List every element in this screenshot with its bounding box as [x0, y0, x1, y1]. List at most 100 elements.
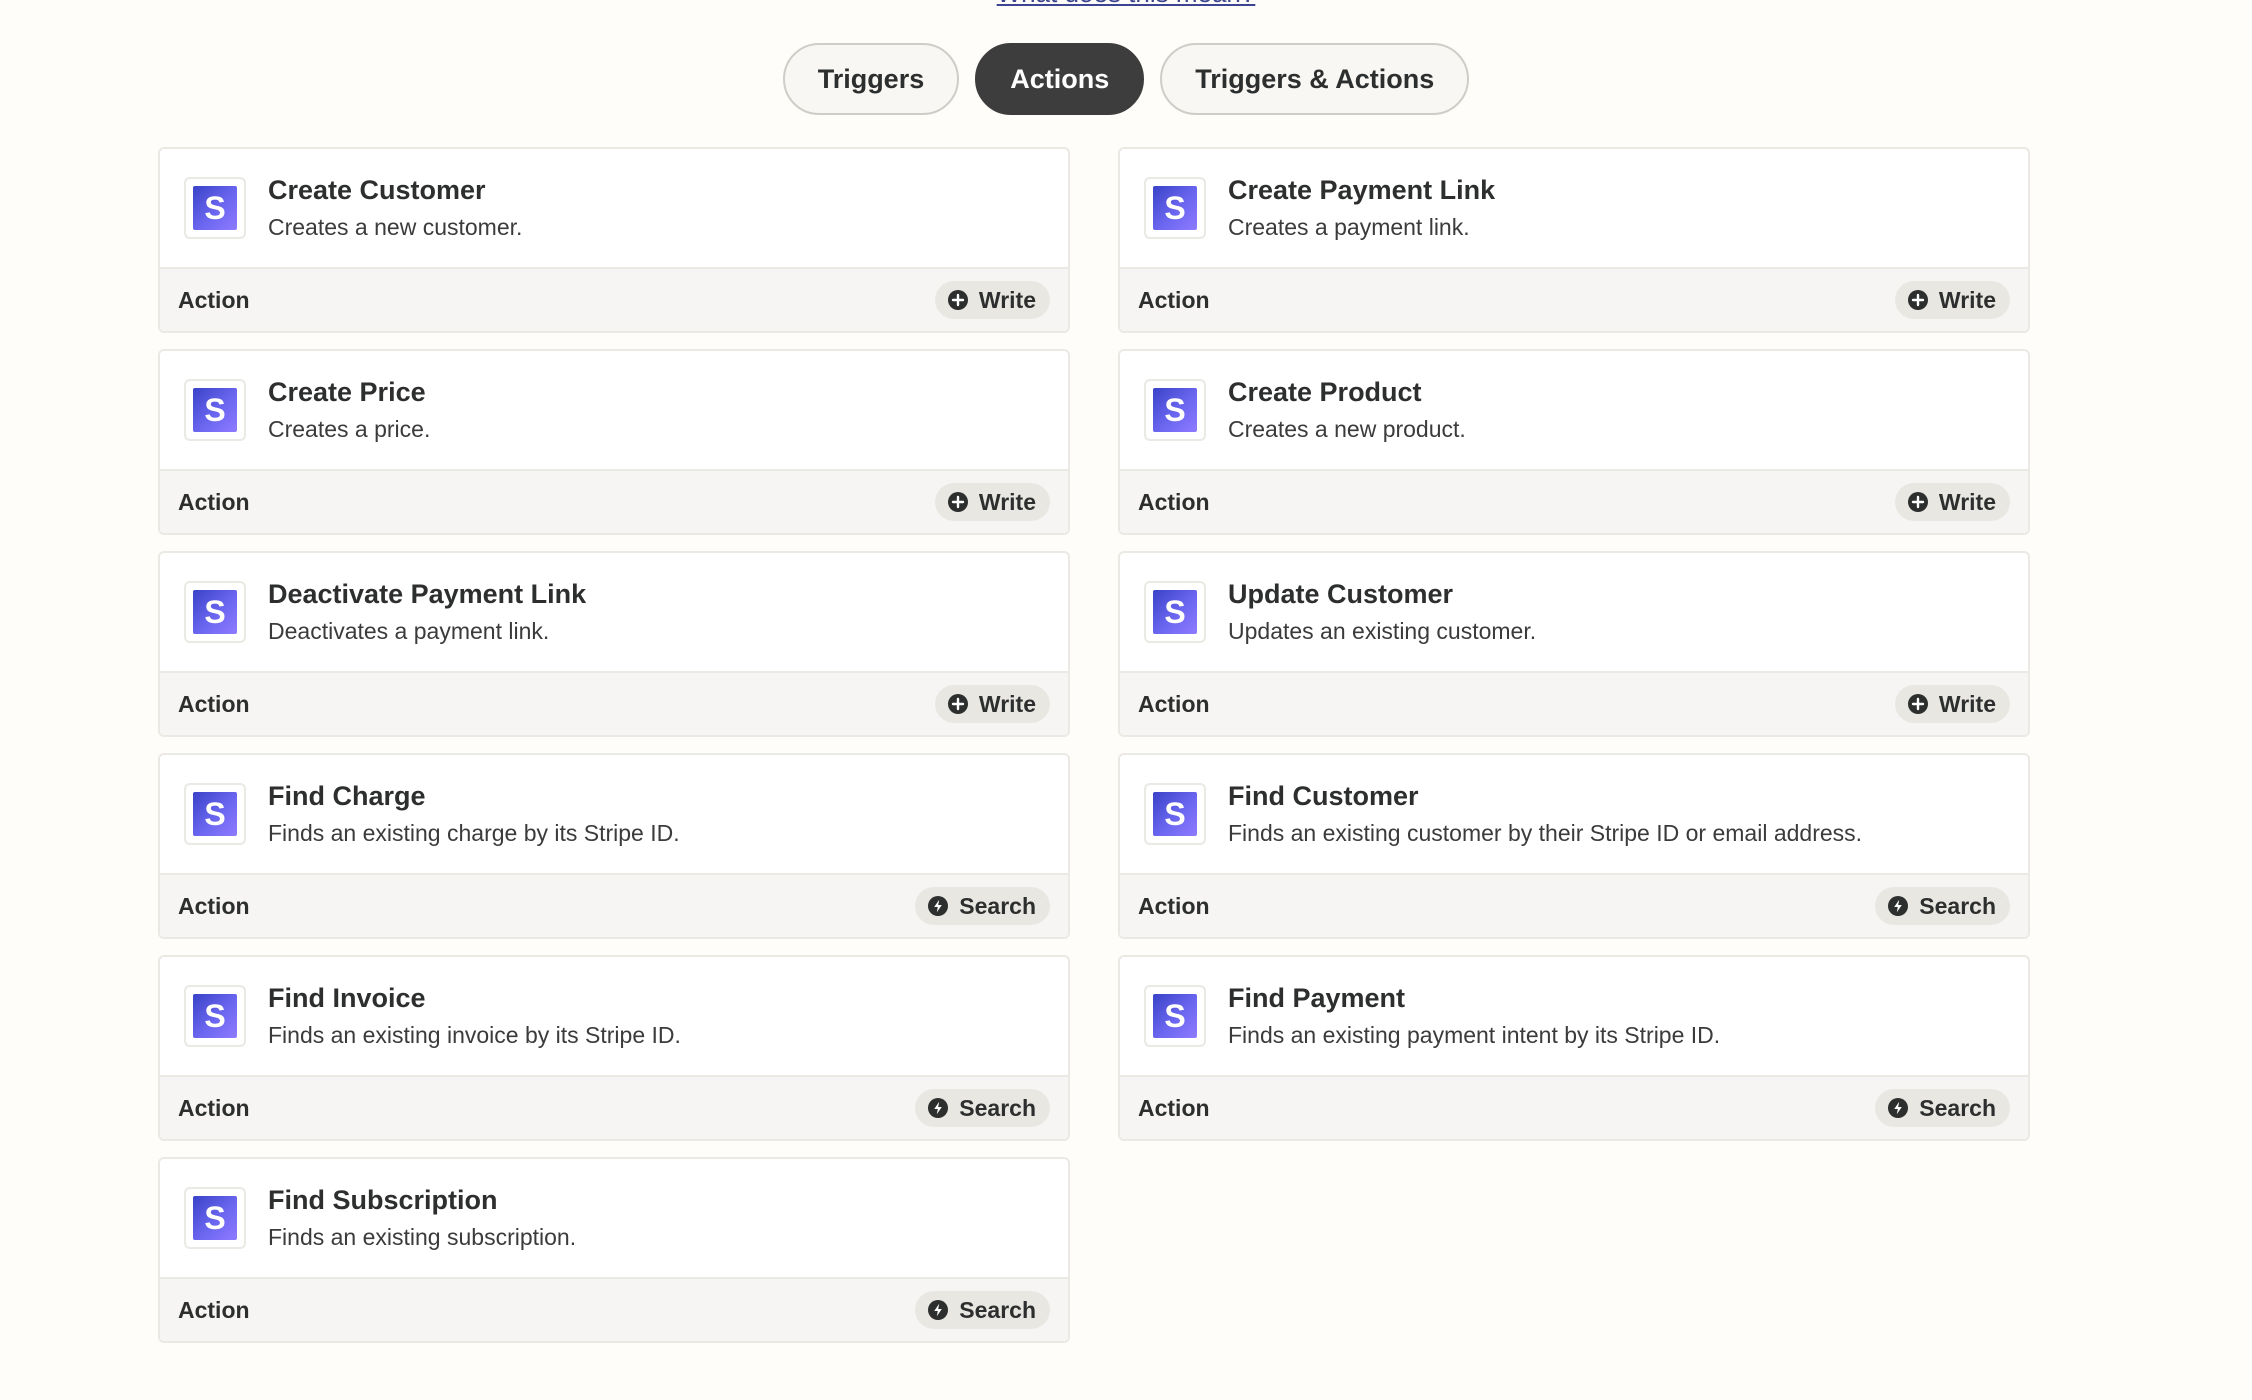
- stripe-app-icon: S: [1144, 581, 1206, 643]
- card-kind-label: Action: [178, 286, 250, 313]
- card-text: Find Customer Finds an existing customer…: [1228, 781, 1862, 847]
- stripe-logo-letter: S: [1164, 593, 1186, 630]
- card-kind-label: Action: [178, 892, 250, 919]
- stripe-logo-letter: S: [204, 795, 226, 832]
- card-header: S Find Subscription Finds an existing su…: [160, 1159, 1068, 1277]
- stripe-app-icon: S: [184, 177, 246, 239]
- card-kind-label: Action: [178, 1094, 250, 1121]
- stripe-app-icon: S: [1144, 177, 1206, 239]
- card-text: Create Price Creates a price.: [268, 377, 430, 443]
- action-card-find-payment[interactable]: S Find Payment Finds an existing payment…: [1118, 955, 2030, 1141]
- plus-circle-icon: [1907, 693, 1929, 715]
- action-card-create-price[interactable]: S Create Price Creates a price. Action W…: [158, 349, 1070, 535]
- card-footer: Action Write: [160, 671, 1068, 735]
- card-text: Find Subscription Finds an existing subs…: [268, 1185, 576, 1251]
- card-text: Find Charge Finds an existing charge by …: [268, 781, 680, 847]
- stripe-logo-icon: S: [193, 792, 237, 836]
- bolt-circle-icon: [1887, 895, 1909, 917]
- card-description: Finds an existing customer by their Stri…: [1228, 820, 1863, 846]
- stripe-app-icon: S: [184, 581, 246, 643]
- what-does-this-mean-link[interactable]: What does this mean?: [0, 0, 2252, 9]
- card-title: Create Product: [1228, 377, 1422, 407]
- card-type-badge: Write: [1894, 685, 2010, 723]
- card-kind-label: Action: [1138, 286, 1210, 313]
- card-text: Update Customer Updates an existing cust…: [1228, 579, 1536, 645]
- action-card-create-customer[interactable]: S Create Customer Creates a new customer…: [158, 147, 1070, 333]
- card-header: S Create Price Creates a price.: [160, 351, 1068, 469]
- stripe-app-icon: S: [184, 379, 246, 441]
- card-header: S Create Product Creates a new product.: [1120, 351, 2028, 469]
- card-text: Create Customer Creates a new customer.: [268, 175, 522, 241]
- bolt-circle-icon: [927, 895, 949, 917]
- card-type-badge-label: Search: [959, 1094, 1036, 1121]
- card-type-badge: Write: [934, 281, 1050, 319]
- plus-circle-icon: [1907, 289, 1929, 311]
- action-card-find-invoice[interactable]: S Find Invoice Finds an existing invoice…: [158, 955, 1070, 1141]
- stripe-app-icon: S: [1144, 985, 1206, 1047]
- card-title: Find Customer: [1228, 781, 1419, 811]
- stripe-logo-letter: S: [204, 189, 226, 226]
- card-header: S Find Payment Finds an existing payment…: [1120, 957, 2028, 1075]
- stripe-logo-letter: S: [1164, 189, 1186, 226]
- plus-circle-icon: [947, 289, 969, 311]
- stripe-app-icon: S: [184, 1187, 246, 1249]
- action-card-update-customer[interactable]: S Update Customer Updates an existing cu…: [1118, 551, 2030, 737]
- page-root: What does this mean? Triggers Actions Tr…: [0, 0, 2252, 1400]
- card-footer: Action Search: [160, 873, 1068, 937]
- stripe-logo-letter: S: [204, 997, 226, 1034]
- plus-circle-icon: [947, 491, 969, 513]
- card-type-badge-label: Write: [1938, 286, 1996, 313]
- card-type-badge-label: Write: [1938, 690, 1996, 717]
- filter-tabs: Triggers Actions Triggers & Actions: [0, 43, 2252, 117]
- card-text: Find Invoice Finds an existing invoice b…: [268, 983, 681, 1049]
- card-kind-label: Action: [178, 1296, 250, 1323]
- card-header: S Update Customer Updates an existing cu…: [1120, 553, 2028, 671]
- stripe-app-icon: S: [1144, 379, 1206, 441]
- stripe-logo-letter: S: [204, 593, 226, 630]
- card-type-badge-label: Search: [959, 1296, 1036, 1323]
- action-card-create-payment-link[interactable]: S Create Payment Link Creates a payment …: [1118, 147, 2030, 333]
- card-footer: Action Search: [160, 1277, 1068, 1341]
- card-footer: Action Search: [160, 1075, 1068, 1139]
- stripe-logo-letter: S: [1164, 795, 1186, 832]
- stripe-app-icon: S: [184, 783, 246, 845]
- tab-triggers[interactable]: Triggers: [782, 43, 960, 115]
- plus-circle-icon: [947, 693, 969, 715]
- stripe-logo-letter: S: [1164, 391, 1186, 428]
- stripe-logo-icon: S: [1153, 994, 1197, 1038]
- card-type-badge-label: Search: [1919, 892, 1996, 919]
- card-description: Creates a payment link.: [1228, 214, 1470, 240]
- card-description: Creates a new customer.: [268, 214, 523, 240]
- stripe-logo-icon: S: [193, 994, 237, 1038]
- card-type-badge: Search: [1875, 887, 2010, 925]
- card-kind-label: Action: [1138, 1094, 1210, 1121]
- action-card-find-customer[interactable]: S Find Customer Finds an existing custom…: [1118, 753, 2030, 939]
- card-description: Finds an existing invoice by its Stripe …: [268, 1022, 681, 1048]
- card-header: S Find Customer Finds an existing custom…: [1120, 755, 2028, 873]
- bolt-circle-icon: [1887, 1097, 1909, 1119]
- stripe-logo-icon: S: [1153, 186, 1197, 230]
- card-type-badge: Search: [915, 1089, 1050, 1127]
- action-card-create-product[interactable]: S Create Product Creates a new product. …: [1118, 349, 2030, 535]
- card-footer: Action Search: [1120, 1075, 2028, 1139]
- card-title: Create Price: [268, 377, 426, 407]
- card-footer: Action Search: [1120, 873, 2028, 937]
- card-type-badge-label: Write: [1938, 488, 1996, 515]
- stripe-logo-icon: S: [1153, 388, 1197, 432]
- tab-actions[interactable]: Actions: [975, 43, 1145, 115]
- action-card-find-subscription[interactable]: S Find Subscription Finds an existing su…: [158, 1157, 1070, 1343]
- card-text: Create Payment Link Creates a payment li…: [1228, 175, 1495, 241]
- card-type-badge: Search: [915, 1291, 1050, 1329]
- card-description: Creates a new product.: [1228, 416, 1466, 442]
- card-title: Find Invoice: [268, 983, 426, 1013]
- card-title: Deactivate Payment Link: [268, 579, 587, 609]
- stripe-logo-icon: S: [193, 388, 237, 432]
- card-text: Create Product Creates a new product.: [1228, 377, 1466, 443]
- action-card-deactivate-payment-link[interactable]: S Deactivate Payment Link Deactivates a …: [158, 551, 1070, 737]
- card-header: S Find Charge Finds an existing charge b…: [160, 755, 1068, 873]
- bolt-circle-icon: [927, 1299, 949, 1321]
- card-description: Creates a price.: [268, 416, 431, 442]
- action-card-find-charge[interactable]: S Find Charge Finds an existing charge b…: [158, 753, 1070, 939]
- tab-triggers-and-actions[interactable]: Triggers & Actions: [1160, 43, 1470, 115]
- card-kind-label: Action: [178, 488, 250, 515]
